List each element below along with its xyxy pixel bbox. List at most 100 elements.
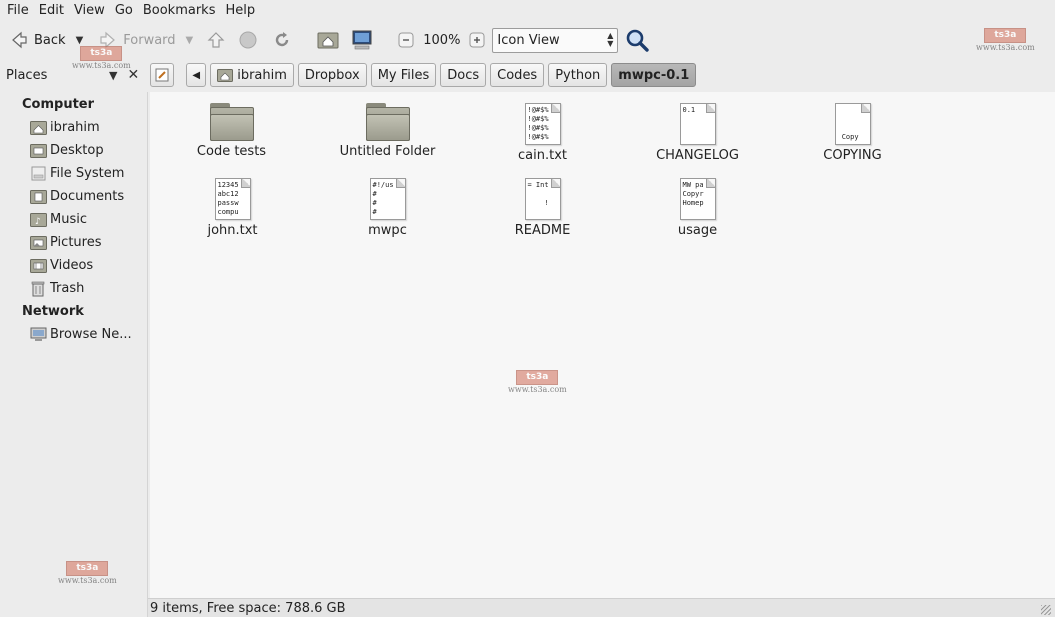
file-name: Untitled Folder [339,144,436,159]
breadcrumb-ibrahim[interactable]: ibrahim [210,63,294,87]
pictures-folder-icon [29,235,47,251]
file-name: mwpc [368,223,407,238]
reload-icon[interactable] [271,29,293,51]
stop-icon[interactable] [237,29,259,51]
videos-folder-icon [29,258,47,274]
status-text: 9 items, Free space: 788.6 GB [150,600,346,616]
sidebar-item-desktop[interactable]: Desktop [0,139,147,162]
breadcrumb-python[interactable]: Python [548,63,608,87]
up-arrow-icon[interactable] [205,29,227,51]
breadcrumb-dropbox[interactable]: Dropbox [297,63,367,87]
text-file-icon: !@#$% !@#$% !@#$% !@#$% [524,103,561,145]
forward-history-dropdown[interactable]: ▼ [180,35,200,46]
watermark: ts3a www.ts3a.com [976,28,1035,52]
search-icon[interactable] [624,27,650,53]
pencil-icon [155,68,169,82]
folder-icon [209,103,254,141]
computer-icon[interactable] [351,29,373,51]
file-preview: !@#$% !@#$% !@#$% !@#$% [527,106,549,141]
edit-location-button[interactable] [150,63,175,87]
file-name: CHANGELOG [656,148,739,163]
watermark-logo: ts3a [66,561,109,576]
folder-icon [365,103,410,141]
sidebar-item-trash[interactable]: Trash [0,277,147,300]
file-item-code-tests[interactable]: Code tests [154,103,309,159]
sidebar-item-label: Desktop [50,143,104,158]
sidebar-item-music[interactable]: ♪ Music [0,208,147,231]
back-label: Back [34,32,66,48]
trash-icon [29,281,47,297]
file-item-mwpc[interactable]: #!/us # # # mwpc [310,178,465,238]
sidebar-item-file-system[interactable]: File System [0,162,147,185]
sidebar-item-label: Trash [50,281,85,296]
text-file-icon: Copy [834,103,871,145]
location-bar: Places ▼ ✕ ◀ ibrahim Dropbox My Files Do… [0,58,1055,92]
back-history-dropdown[interactable]: ▼ [70,35,90,46]
file-preview: MW pa Copyr Homep [682,181,704,207]
sidebar-item-browse-network[interactable]: Browse Ne... [0,323,147,346]
file-preview: 0.1 [682,106,696,114]
menu-bookmarks[interactable]: Bookmarks [138,0,221,22]
watermark-url: www.ts3a.com [58,576,117,585]
breadcrumb-label: ibrahim [237,67,287,83]
text-file-icon: = Int ! [524,178,561,220]
file-name: Code tests [196,144,267,159]
menu-file[interactable]: File [2,0,34,22]
breadcrumb-my-files[interactable]: My Files [370,63,437,87]
sidebar-item-label: Music [50,212,87,227]
back-button[interactable]: Back [4,26,70,54]
zoom-out-icon[interactable] [395,29,417,51]
documents-folder-icon [29,189,47,205]
file-item-copying[interactable]: Copy COPYING [775,103,930,163]
file-item-untitled-folder[interactable]: Untitled Folder [310,103,465,159]
sidebar-item-label: Videos [50,258,94,273]
menu-edit[interactable]: Edit [34,0,69,22]
file-item-changelog[interactable]: 0.1 CHANGELOG [620,103,775,163]
zoom-level: 100% [423,32,461,48]
forward-label: Forward [123,32,176,48]
watermark: ts3a www.ts3a.com [72,46,131,70]
breadcrumb-docs[interactable]: Docs [440,63,487,87]
breadcrumb-scroll-left-button[interactable]: ◀ [186,63,207,87]
home-folder-icon [29,120,47,136]
watermark-url: www.ts3a.com [508,385,567,394]
view-mode-select[interactable]: Icon View ▲ ▼ [492,27,619,53]
menu-view[interactable]: View [69,0,110,22]
menu-bar: File Edit View Go Bookmarks Help [0,0,1055,22]
menu-help[interactable]: Help [220,0,260,22]
file-name: cain.txt [518,148,567,163]
zoom-in-icon[interactable] [466,29,488,51]
view-mode-value: Icon View [497,32,560,48]
menu-go[interactable]: Go [110,0,138,22]
breadcrumb-codes[interactable]: Codes [490,63,545,87]
file-item-readme[interactable]: = Int ! README [465,178,620,238]
music-folder-icon: ♪ [29,212,47,228]
file-item-usage[interactable]: MW pa Copyr Homep usage [620,178,775,238]
watermark: ts3a www.ts3a.com [58,561,117,585]
chevron-left-icon: ◀ [192,69,201,81]
sidebar-item-label: Browse Ne... [50,327,132,342]
sidebar-item-ibrahim[interactable]: ibrahim [0,116,147,139]
file-item-john-txt[interactable]: 12345 abc12 passw compu john.txt [155,178,310,238]
toolbar: Back ▼ Forward ▼ 100% Icon View ▲ ▼ [0,22,1055,58]
watermark-logo: ts3a [80,46,123,61]
sidebar-item-pictures[interactable]: Pictures [0,231,147,254]
home-icon[interactable] [317,29,339,51]
watermark-url: www.ts3a.com [976,43,1035,52]
breadcrumb-mwpc[interactable]: mwpc-0.1 [611,63,697,87]
watermark-url: www.ts3a.com [72,61,131,70]
file-view[interactable]: Code tests Untitled Folder !@#$% !@#$% !… [150,92,1055,598]
file-item-cain-txt[interactable]: !@#$% !@#$% !@#$% !@#$% cain.txt [465,103,620,163]
svg-text:♪: ♪ [35,217,41,227]
sidebar-item-videos[interactable]: Videos [0,254,147,277]
file-name: john.txt [207,223,258,238]
spinner-arrows-icon: ▲ ▼ [607,31,614,48]
desktop-folder-icon [29,143,47,159]
resize-grip-icon[interactable] [1041,605,1051,615]
places-dropdown-icon[interactable]: ▼ [104,69,122,82]
home-folder-icon [217,69,234,82]
sidebar-item-label: Documents [50,189,125,204]
script-file-icon: #!/us # # # [369,178,406,220]
file-name: COPYING [823,148,882,163]
sidebar-item-documents[interactable]: Documents [0,185,147,208]
